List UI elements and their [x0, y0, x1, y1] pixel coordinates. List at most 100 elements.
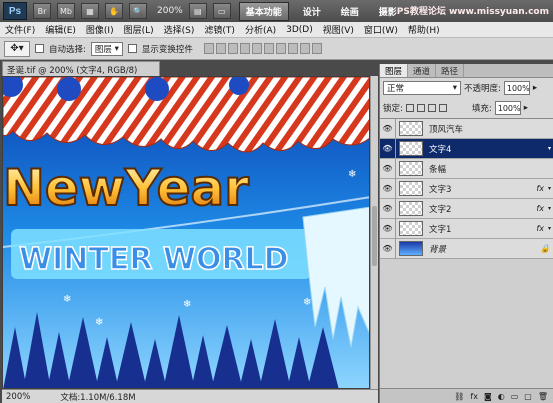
- svg-text:❄: ❄: [63, 294, 71, 305]
- layers-panel-toolbar: ⛓ fx ◙ ◐ ▭ ▢ 🗑: [380, 388, 553, 403]
- align-right-icon[interactable]: [263, 43, 274, 54]
- align-bottom-icon[interactable]: [227, 43, 238, 54]
- menu-filter[interactable]: 滤镜(T): [199, 23, 240, 36]
- distribute-top-icon[interactable]: [275, 43, 286, 54]
- layer-style-icon[interactable]: fx: [470, 392, 478, 401]
- blend-mode-dropdown[interactable]: 正常 ▾: [383, 81, 461, 95]
- menu-help[interactable]: 帮助(H): [403, 23, 445, 36]
- lock-all-icon[interactable]: [438, 104, 447, 112]
- workspace-design[interactable]: 设计: [297, 3, 327, 20]
- opacity-label: 不透明度:: [464, 84, 501, 94]
- visibility-eye-icon[interactable]: 👁: [380, 118, 396, 139]
- arrange-documents-button[interactable]: ▤: [188, 3, 207, 19]
- menu-layer[interactable]: 图层(L): [119, 23, 159, 36]
- zoom-level[interactable]: 200%: [157, 6, 183, 16]
- fx-icon[interactable]: fx: [536, 184, 544, 193]
- opacity-input[interactable]: 100%: [503, 81, 530, 95]
- distribute-vcenter-icon[interactable]: [287, 43, 298, 54]
- canvas-artwork: ❄ ❄ ❄ ❄ ❄ NewYear WINTER WORLD: [3, 77, 369, 388]
- visibility-eye-icon[interactable]: 👁: [380, 178, 396, 199]
- layer-thumbnail: [399, 241, 423, 256]
- watermark: PS教程论坛 www.missyuan.com: [396, 7, 549, 17]
- layer-row-selected[interactable]: 👁 文字4 ▾: [380, 138, 553, 159]
- layer-row[interactable]: 👁 条幅: [380, 158, 553, 179]
- layer-thumbnail: [399, 121, 423, 136]
- lock-transparent-icon[interactable]: [405, 104, 414, 112]
- lock-label: 锁定:: [383, 104, 403, 114]
- link-layers-icon[interactable]: ⛓: [454, 392, 464, 401]
- menu-image[interactable]: 图像(I): [81, 23, 119, 36]
- layer-thumbnail: [399, 181, 423, 196]
- new-group-icon[interactable]: ▭: [511, 392, 519, 401]
- lock-row: 锁定: 填充: 100% ▸: [380, 98, 553, 118]
- distribute-bottom-icon[interactable]: [299, 43, 310, 54]
- menu-view[interactable]: 视图(V): [318, 23, 359, 36]
- zoom-tool-button[interactable]: 🔍: [129, 3, 147, 19]
- menu-bar: 文件(F) 编辑(E) 图像(I) 图层(L) 选择(S) 滤镜(T) 分析(A…: [0, 22, 553, 38]
- lock-image-icon[interactable]: [416, 104, 425, 112]
- fill-dropdown-icon[interactable]: ▸: [524, 103, 528, 113]
- lock-position-icon[interactable]: [427, 104, 436, 112]
- workspace-painting[interactable]: 绘画: [335, 3, 365, 20]
- tab-paths[interactable]: 路径: [436, 64, 465, 77]
- auto-select-value: 图层: [94, 44, 112, 55]
- chevron-down-icon[interactable]: ▾: [548, 145, 551, 152]
- tab-channels[interactable]: 通道: [408, 64, 437, 77]
- fill-input[interactable]: 100%: [494, 101, 521, 115]
- auto-select-checkbox[interactable]: [35, 44, 44, 53]
- bridge-button[interactable]: Br: [33, 3, 51, 19]
- hand-tool-button[interactable]: ✋: [105, 3, 123, 19]
- adjustment-layer-icon[interactable]: ◐: [498, 392, 505, 401]
- workspace-basic[interactable]: 基本功能: [238, 1, 289, 21]
- menu-edit[interactable]: 编辑(E): [40, 23, 81, 36]
- scrollbar-thumb[interactable]: [372, 206, 377, 266]
- menu-file[interactable]: 文件(F): [0, 23, 40, 36]
- lock-icon: 🔒: [540, 244, 550, 253]
- menu-window[interactable]: 窗口(W): [359, 23, 403, 36]
- layer-thumbnail: [399, 221, 423, 236]
- new-layer-icon[interactable]: ▢: [524, 392, 532, 401]
- distribute-left-icon[interactable]: [311, 43, 322, 54]
- chevron-down-icon[interactable]: ▾: [548, 185, 551, 192]
- view-extras-button[interactable]: ▦: [81, 3, 99, 19]
- align-vcenter-icon[interactable]: [215, 43, 226, 54]
- menu-select[interactable]: 选择(S): [159, 23, 200, 36]
- layer-name: 文字3: [429, 184, 452, 195]
- layer-row-background[interactable]: 👁 背景 🔒: [380, 238, 553, 259]
- delete-layer-icon[interactable]: 🗑: [538, 392, 548, 401]
- chevron-down-icon[interactable]: ▾: [548, 225, 551, 232]
- layer-row[interactable]: 👁 文字3 fx ▾: [380, 178, 553, 199]
- align-hcenter-icon[interactable]: [251, 43, 262, 54]
- move-tool-preset[interactable]: ✥▾: [4, 40, 30, 57]
- tab-layers[interactable]: 图层: [380, 64, 409, 77]
- align-top-icon[interactable]: [203, 43, 214, 54]
- show-transform-checkbox[interactable]: [127, 44, 137, 53]
- canvas-vertical-scrollbar[interactable]: [370, 76, 378, 389]
- layer-row[interactable]: 👁 顶风汽车: [380, 118, 553, 139]
- artwork-title: NewYear: [3, 159, 249, 217]
- fx-icon[interactable]: fx: [536, 224, 544, 233]
- fx-icon[interactable]: fx: [536, 204, 544, 213]
- visibility-eye-icon[interactable]: 👁: [380, 218, 396, 239]
- screen-mode-button[interactable]: ▭: [212, 3, 231, 19]
- layer-thumbnail: [399, 201, 423, 216]
- menu-3d[interactable]: 3D(D): [281, 25, 318, 35]
- opacity-dropdown-icon[interactable]: ▸: [533, 83, 537, 93]
- visibility-eye-icon[interactable]: 👁: [380, 158, 396, 179]
- layer-row[interactable]: 👁 文字2 fx ▾: [380, 198, 553, 219]
- menu-analysis[interactable]: 分析(A): [240, 23, 281, 36]
- status-zoom[interactable]: 200%: [6, 392, 30, 402]
- layer-row[interactable]: 👁 文字1 fx ▾: [380, 218, 553, 239]
- visibility-eye-icon[interactable]: 👁: [380, 138, 396, 159]
- layers-panel: 图层 通道 路径 正常 ▾ 不透明度: 100% ▸ 锁定: 填充: 100% ▸ 👁…: [379, 64, 553, 403]
- visibility-eye-icon[interactable]: 👁: [380, 238, 396, 259]
- layer-mask-icon[interactable]: ◙: [484, 392, 492, 401]
- auto-select-dropdown[interactable]: 图层 ▾: [90, 41, 123, 56]
- visibility-eye-icon[interactable]: 👁: [380, 198, 396, 219]
- align-left-icon[interactable]: [239, 43, 250, 54]
- minibridge-button[interactable]: Mb: [57, 3, 75, 19]
- chevron-down-icon[interactable]: ▾: [548, 205, 551, 212]
- document-canvas[interactable]: ❄ ❄ ❄ ❄ ❄ NewYear WINTER WORLD: [2, 76, 370, 389]
- document-tab[interactable]: 圣诞.tif @ 200% (文字4, RGB/8) *×: [2, 61, 160, 86]
- layer-name: 背景: [429, 244, 447, 255]
